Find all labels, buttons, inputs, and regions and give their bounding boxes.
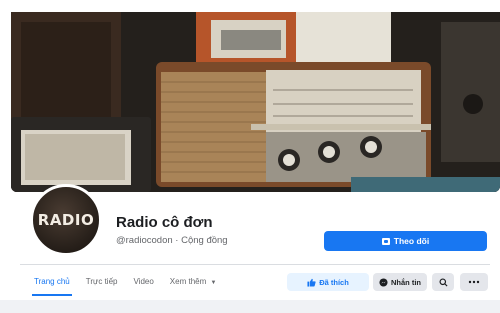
follow-button[interactable]: Theo dõi <box>324 231 487 251</box>
message-button-label: Nhắn tin <box>391 277 421 287</box>
tab-label: Video <box>133 277 154 286</box>
messenger-icon <box>379 277 388 287</box>
divider <box>20 264 490 265</box>
liked-button-label: Đã thích <box>319 277 349 287</box>
tab-live[interactable]: Trực tiếp <box>78 270 126 296</box>
tab-home[interactable]: Trang chủ <box>26 270 78 296</box>
search-button[interactable] <box>432 273 454 291</box>
follow-button-label: Theo dõi <box>393 236 430 246</box>
caret-down-icon: ▼ <box>210 280 217 286</box>
page-title: Radio cô đơn <box>116 214 213 231</box>
thumbs-up-icon <box>307 278 316 287</box>
tab-more[interactable]: Xem thêm ▼ <box>162 270 225 296</box>
liked-button[interactable]: Đã thích <box>287 273 369 291</box>
page-tabs: Trang chủ Trực tiếp Video Xem thêm ▼ <box>26 270 224 296</box>
avatar-logo-text: RADIO <box>37 211 95 229</box>
calendar-icon <box>381 237 390 245</box>
page-subtitle: @radiocodon · Cộng đồng <box>116 235 228 246</box>
message-button[interactable]: Nhắn tin <box>373 273 427 291</box>
tab-label: Trực tiếp <box>85 277 118 286</box>
page-background <box>0 300 500 313</box>
more-options-button[interactable] <box>460 273 488 291</box>
tab-label: Trang chủ <box>34 277 70 286</box>
more-icon <box>468 280 480 284</box>
cover-photo[interactable] <box>11 12 500 192</box>
tab-label: Xem thêm <box>169 277 207 286</box>
page-avatar[interactable]: RADIO <box>30 184 102 256</box>
search-icon <box>438 277 448 287</box>
tab-video[interactable]: Video <box>125 270 161 296</box>
